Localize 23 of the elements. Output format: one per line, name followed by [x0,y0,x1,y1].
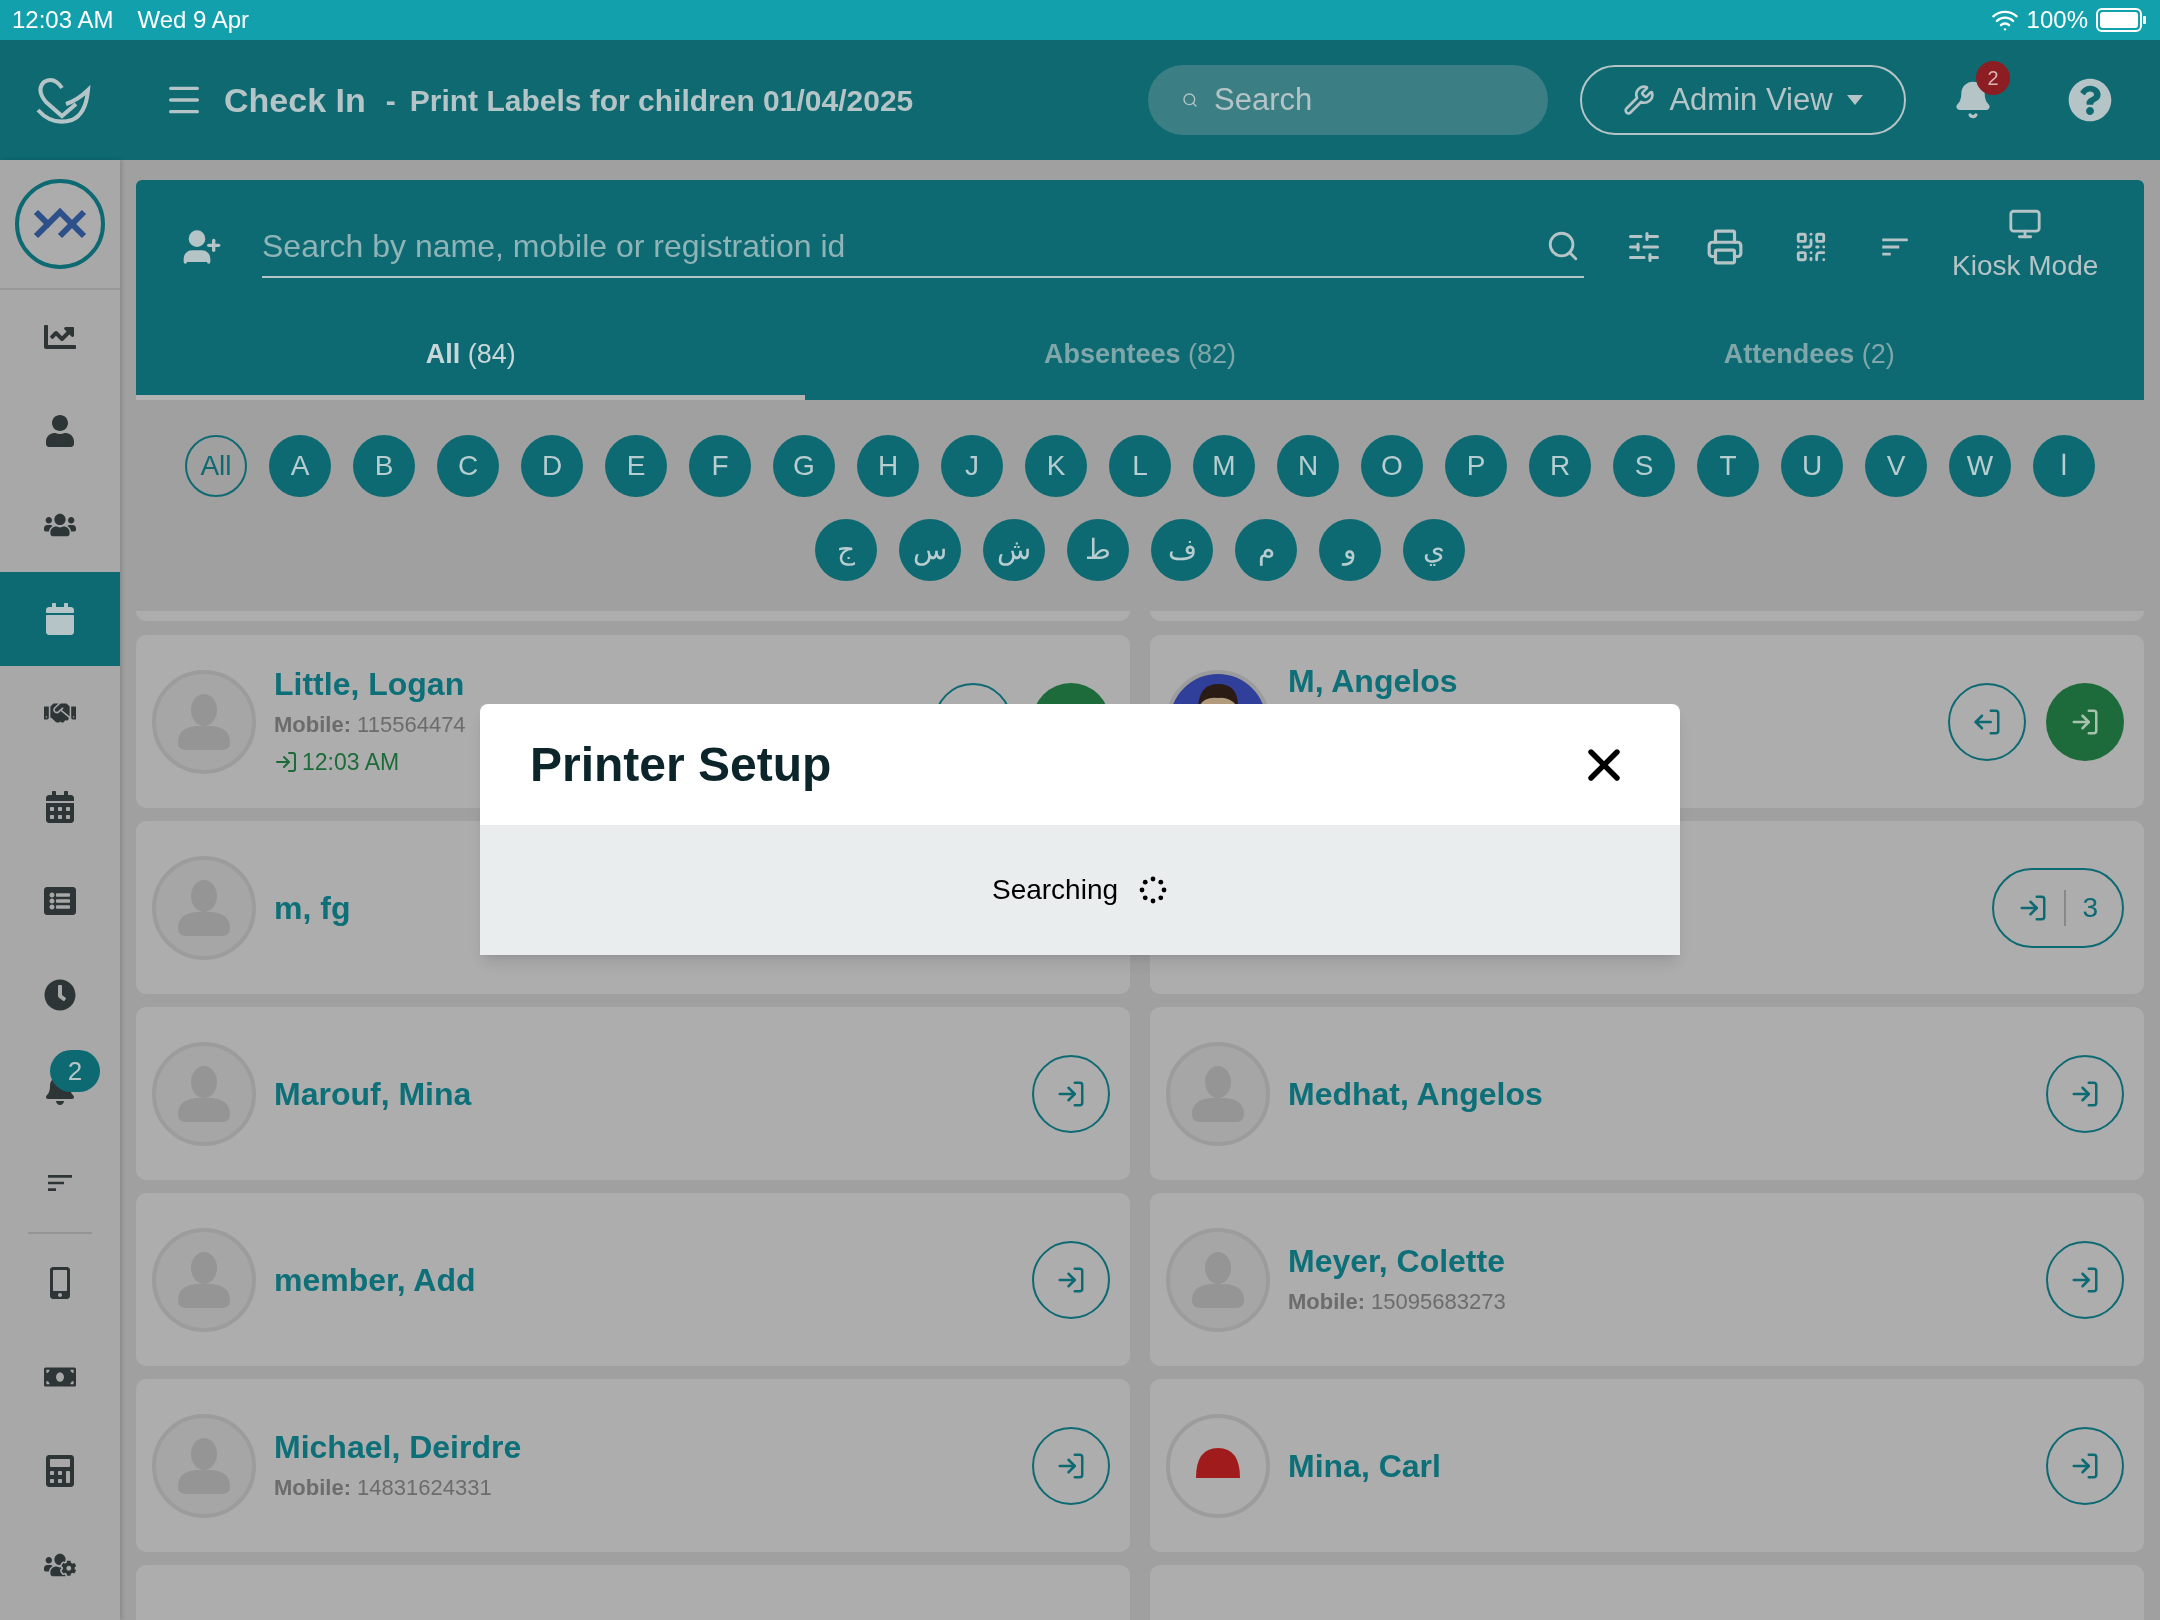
mobile-text: Mobile: 115564474 [274,710,466,739]
sidebar-badge: 2 [50,1050,100,1092]
title-separator: - [385,82,396,119]
person-name: member, Add [274,1260,476,1300]
battery-percent: 100% [2026,5,2088,35]
person-name: m, fg [274,888,351,928]
check-in-time: 12:03 AM [302,747,400,777]
person-name: Meyer, Colette [1288,1242,1505,1281]
dialog-title: Printer Setup [530,736,832,793]
person-name: Medhat, Angelos [1288,1074,1543,1114]
page-subtitle: Print Labels for children 01/04/2025 [409,82,914,119]
person-name: Little, Logan [274,664,465,704]
notification-badge: 2 [1976,61,2010,95]
person-name: M, Angelos [1288,662,1458,701]
mobile-text: Mobile: 15095683273 [1288,1288,1506,1316]
person-name: Michael, Deirdre [274,1428,522,1467]
status-time: 12:03 AM [12,5,114,35]
page-title: Check In [224,79,366,121]
status-date: Wed 9 Apr [137,5,250,35]
person-name: Marouf, Mina [274,1074,472,1114]
searching-text: Searching [991,873,1119,907]
person-name: Mina, Carl [1288,1446,1441,1486]
mobile-text: Mobile: 14831624331 [274,1474,492,1502]
